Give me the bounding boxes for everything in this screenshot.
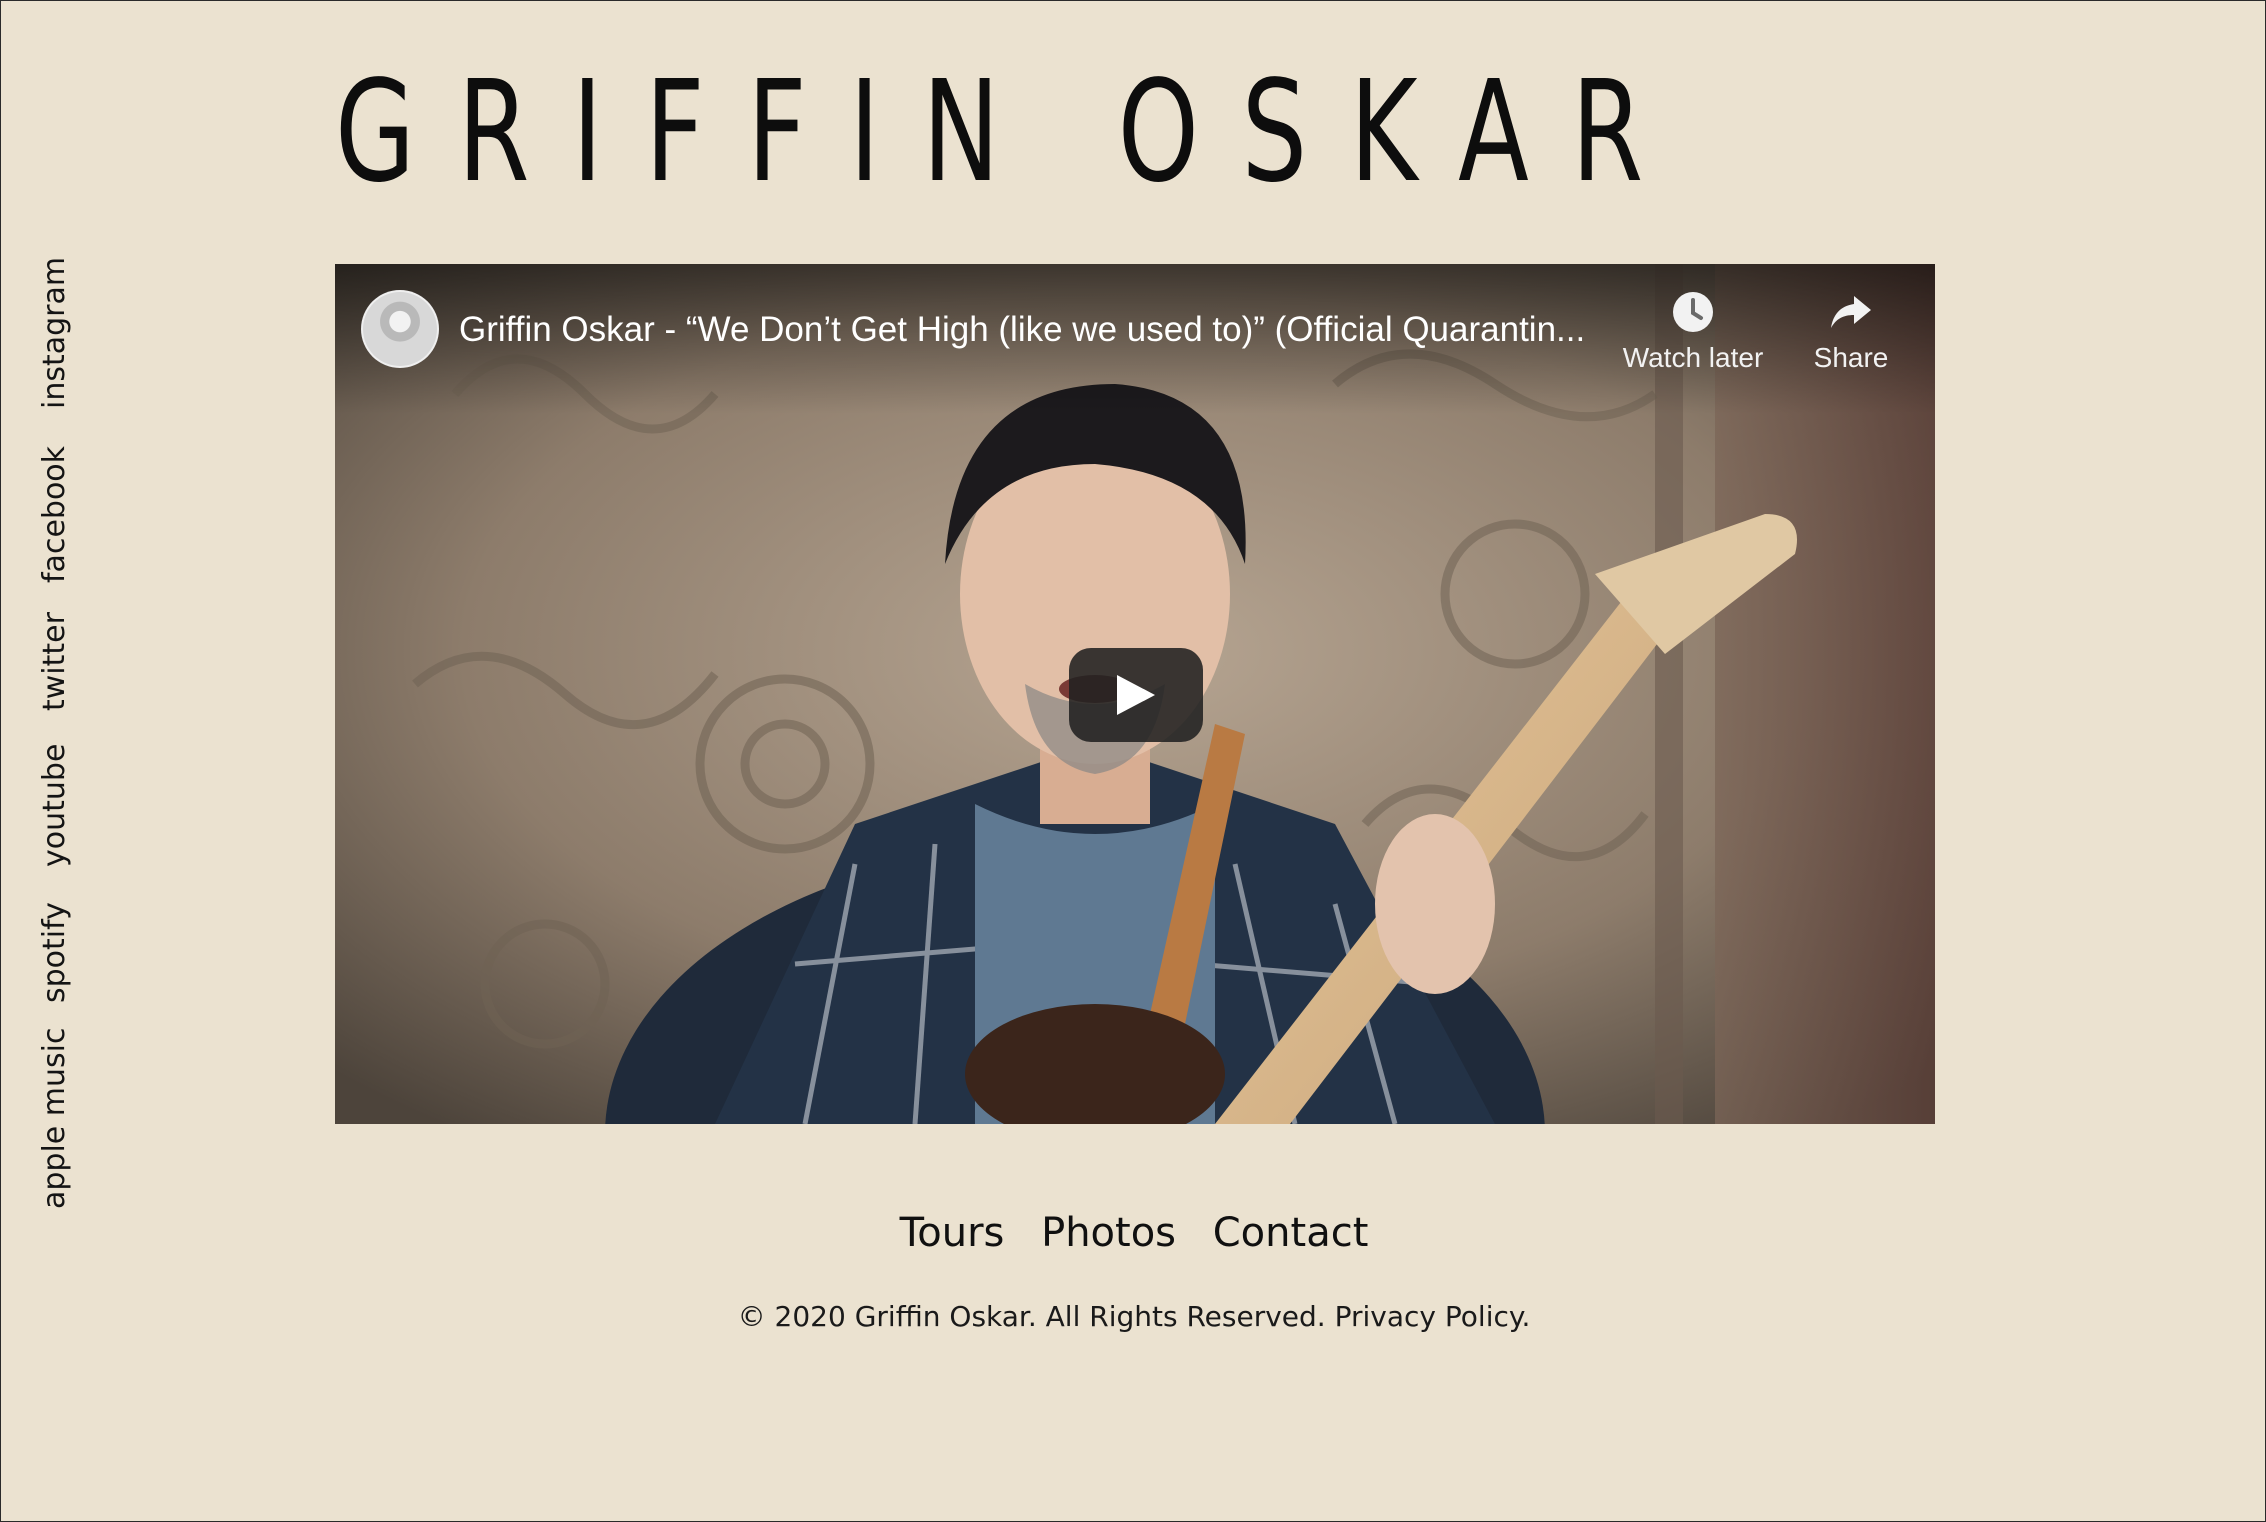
watch-later-label: Watch later <box>1622 342 1764 373</box>
site-title: GRIFFIN OSKAR <box>335 51 1686 214</box>
play-button[interactable] <box>1069 648 1203 742</box>
share-arrow-icon <box>1831 296 1871 328</box>
copyright-text: © 2020 Griffin Oskar. All Rights Reserve… <box>737 1300 1326 1333</box>
social-link-instagram[interactable]: instagram <box>37 257 72 409</box>
social-link-facebook[interactable]: facebook <box>37 446 72 583</box>
nav-photos-link[interactable]: Photos <box>1041 1210 1176 1256</box>
copyright: © 2020 Griffin Oskar. All Rights Reserve… <box>1 1297 2266 1337</box>
watch-later-button[interactable]: Watch later <box>1608 288 1778 374</box>
nav-contact-link[interactable]: Contact <box>1213 1210 1369 1256</box>
share-label: Share <box>1813 342 1889 373</box>
social-links: instagram facebook twitter youtube spoti… <box>37 257 81 1221</box>
privacy-policy-link[interactable]: Privacy Policy. <box>1335 1300 1531 1333</box>
nav-tours-link[interactable]: Tours <box>900 1210 1005 1256</box>
channel-avatar[interactable] <box>361 290 439 368</box>
social-link-twitter[interactable]: twitter <box>37 612 72 711</box>
play-icon <box>1117 675 1155 715</box>
social-link-apple-music[interactable]: apple music <box>37 1028 72 1210</box>
footer-nav: Tours Photos Contact <box>1 1205 2266 1261</box>
social-link-youtube[interactable]: youtube <box>37 744 72 867</box>
video-title[interactable]: Griffin Oskar - “We Don’t Get High (like… <box>459 310 1619 350</box>
social-link-spotify[interactable]: spotify <box>37 902 72 1003</box>
share-button[interactable]: Share <box>1766 288 1935 374</box>
video-player[interactable]: Griffin Oskar - “We Don’t Get High (like… <box>335 264 1935 1124</box>
clock-icon <box>1673 292 1713 332</box>
